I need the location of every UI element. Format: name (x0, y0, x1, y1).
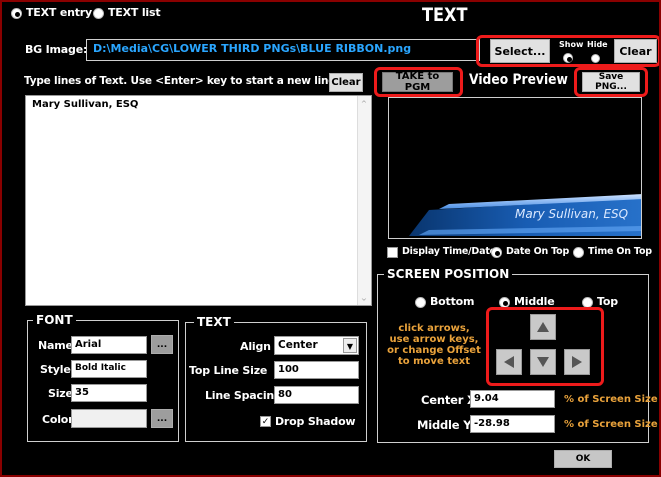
font-legend: FONT (33, 313, 76, 327)
display-time-label: Display Time/Date (402, 246, 496, 257)
text-entry-scrollbar[interactable]: ^ ^ (357, 96, 371, 305)
bg-image-path[interactable]: D:\Media\CG\LOWER THIRD PNGs\BLUE RIBBON… (86, 39, 480, 61)
show-radio[interactable] (563, 53, 573, 63)
display-time-checkbox[interactable] (387, 247, 398, 258)
preview-ribbon-text: Mary Sullivan, ESQ (515, 207, 629, 221)
font-color-label: Color (42, 413, 74, 426)
arrow-up-button[interactable] (530, 314, 556, 340)
center-x-unit: % of Screen Size (564, 394, 658, 405)
line-spacing-label: Line Spacing (205, 389, 282, 402)
align-label: Align (240, 340, 271, 353)
save-png-button[interactable]: Save PNG... (582, 72, 640, 92)
position-hint: click arrows, use arrow keys, or change … (386, 323, 482, 367)
middle-y-input[interactable]: -28.98 (470, 415, 555, 433)
arrow-left-icon (504, 356, 514, 368)
date-on-top-radio[interactable] (491, 247, 502, 258)
text-instructions: Type lines of Text. Use <Enter> key to s… (24, 75, 339, 87)
arrow-down-icon (537, 357, 549, 367)
select-button[interactable]: Select... (490, 39, 550, 63)
text-clear-button[interactable]: Clear (329, 73, 363, 92)
take-to-pgm-button[interactable]: TAKE to PGM (382, 71, 453, 93)
time-on-top-radio[interactable] (573, 247, 584, 258)
show-label: Show (559, 40, 584, 49)
top-line-size-input[interactable]: 100 (274, 361, 359, 379)
arrow-right-icon (572, 356, 582, 368)
font-name-label: Name (38, 339, 73, 352)
middle-y-unit: % of Screen Size (564, 419, 658, 430)
middle-y-label: Middle Y: (417, 418, 475, 432)
font-color-swatch[interactable] (71, 409, 147, 428)
text-settings-legend: TEXT (194, 315, 234, 329)
video-preview: Mary Sullivan, ESQ (388, 97, 642, 239)
dialog-title: TEXT (422, 4, 468, 26)
font-name-input[interactable]: Arial (71, 336, 147, 354)
bottom-label: Bottom (430, 295, 475, 308)
date-on-top-label: Date On Top (506, 246, 570, 257)
chevron-down-icon[interactable]: ▼ (343, 338, 357, 353)
text-entry-label: TEXT entry (26, 6, 92, 19)
scroll-up-icon[interactable]: ^ (361, 100, 367, 108)
bottom-radio[interactable] (415, 297, 426, 308)
arrow-left-button[interactable] (496, 349, 522, 375)
drop-shadow-checkbox[interactable]: ✓ (260, 416, 271, 427)
font-style-input[interactable]: Bold Italic (71, 360, 147, 378)
top-line-size-label: Top Line Size (189, 364, 268, 377)
text-entry-radio[interactable] (11, 8, 22, 19)
text-dialog: TEXT entry TEXT list TEXT BG Image: D:\M… (0, 0, 661, 477)
video-preview-title: Video Preview (469, 72, 568, 88)
arrow-right-button[interactable] (564, 349, 590, 375)
text-entry-content: Mary Sullivan, ESQ (32, 99, 139, 110)
bg-clear-button[interactable]: Clear (614, 39, 657, 63)
font-size-input[interactable]: 35 (71, 384, 147, 402)
scroll-down-icon[interactable]: ^ (361, 293, 367, 301)
align-select[interactable]: Center ▼ (274, 336, 359, 355)
line-spacing-input[interactable]: 80 (274, 386, 359, 404)
hint-line: or change Offset (387, 345, 481, 356)
center-x-input[interactable]: 9.04 (470, 390, 555, 408)
text-list-label: TEXT list (108, 6, 161, 19)
text-list-radio[interactable] (93, 8, 104, 19)
hide-radio[interactable] (591, 54, 600, 63)
hint-line: to move text (398, 356, 470, 367)
font-style-label: Style (40, 363, 71, 376)
hide-label: Hide (587, 40, 608, 49)
text-entry-box[interactable]: Mary Sullivan, ESQ ^ ^ (25, 95, 372, 306)
bg-image-label: BG Image: (25, 43, 88, 56)
color-browse-button[interactable]: ... (151, 409, 173, 428)
font-browse-button[interactable]: ... (151, 335, 173, 354)
align-value: Center (278, 339, 318, 351)
drop-shadow-label: Drop Shadow (275, 415, 356, 428)
time-on-top-label: Time On Top (588, 246, 652, 257)
top-label: Top (597, 295, 618, 308)
screen-position-legend: SCREEN POSITION (384, 267, 513, 281)
hint-line: click arrows, (398, 323, 470, 334)
arrow-up-icon (537, 322, 549, 332)
ok-button[interactable]: OK (554, 450, 612, 468)
hint-line: use arrow keys, (389, 334, 479, 345)
font-size-label: Size (48, 387, 73, 400)
arrow-down-button[interactable] (530, 349, 556, 375)
